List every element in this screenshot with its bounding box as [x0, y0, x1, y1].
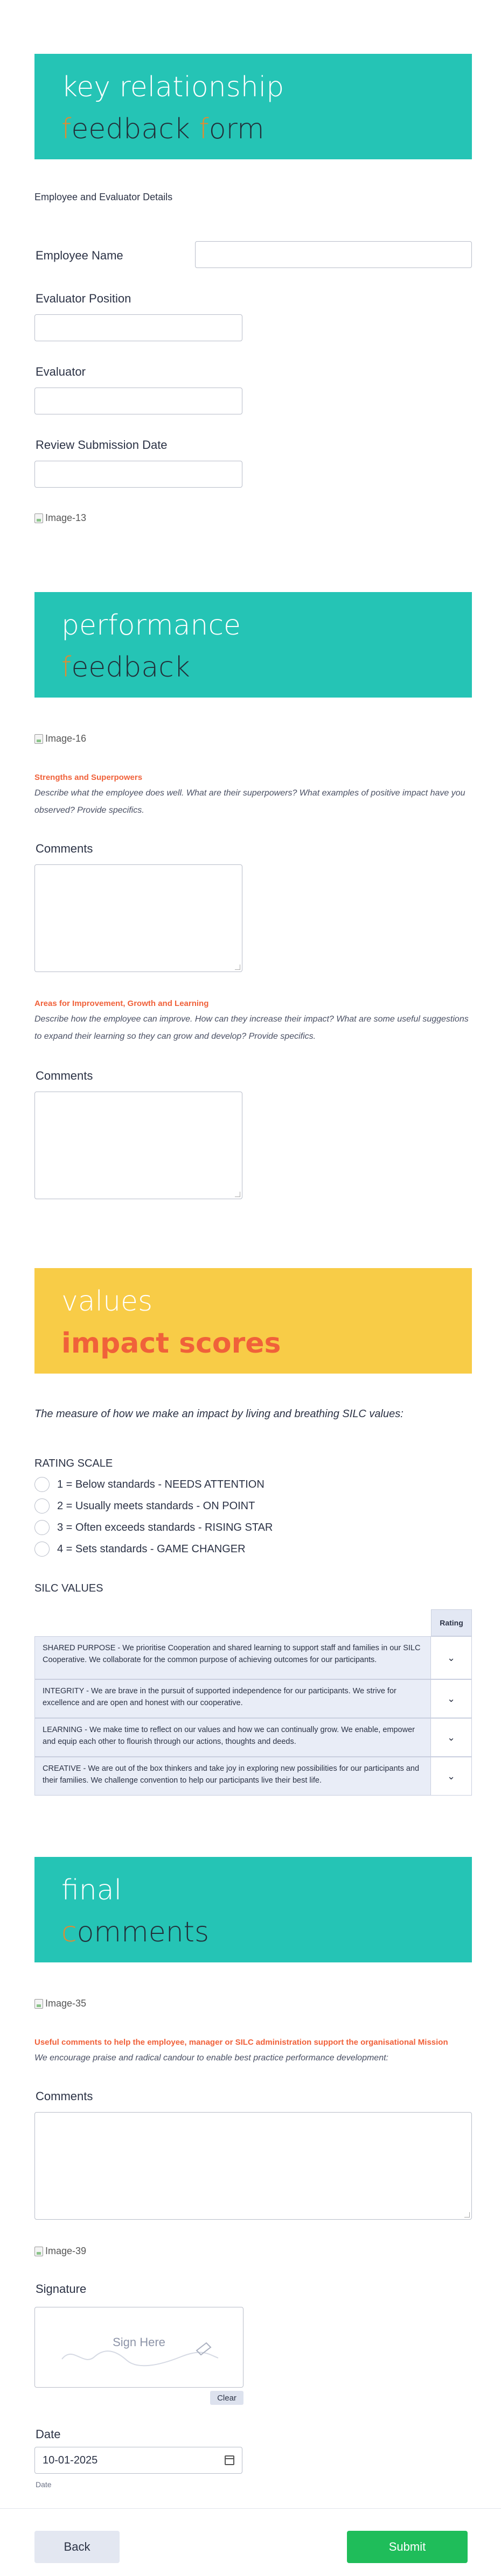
final-line1: final — [61, 1874, 122, 1906]
improvement-desc: Describe how the employee can improve. H… — [34, 1015, 469, 1041]
broken-image-icon — [34, 513, 43, 523]
broken-image-icon — [34, 2246, 43, 2256]
chevron-down-icon: ⌄ — [447, 1652, 456, 1663]
performance-banner: performance feedback — [34, 592, 472, 698]
strengths-comments-textarea[interactable] — [34, 864, 242, 972]
clear-signature-button[interactable]: Clear — [210, 2391, 243, 2405]
image-35-placeholder: Image-35 — [34, 1998, 86, 2009]
chevron-down-icon: ⌄ — [447, 1732, 456, 1743]
rating-select[interactable]: ⌄ — [430, 1637, 471, 1679]
radio-button[interactable] — [34, 1542, 50, 1557]
final-line2: comments — [61, 1916, 210, 1948]
employee-name-input[interactable] — [195, 241, 472, 268]
evaluator-label: Evaluator — [36, 365, 86, 378]
silc-values-label: SILC VALUES — [34, 1582, 103, 1594]
rating-select[interactable]: ⌄ — [430, 1719, 471, 1756]
final-comments-textarea[interactable] — [34, 2112, 472, 2220]
date-value: 10-01-2025 — [43, 2454, 98, 2466]
chevron-down-icon: ⌄ — [447, 1770, 456, 1782]
broken-image-icon — [34, 734, 43, 744]
header-line2: feedback form — [61, 113, 265, 145]
chevron-down-icon: ⌄ — [447, 1693, 456, 1704]
values-intro: The measure of how we make an impact by … — [34, 1408, 403, 1420]
strengths-comments-label: Comments — [36, 842, 93, 855]
radio-button[interactable] — [34, 1477, 50, 1492]
radio-button[interactable] — [34, 1498, 50, 1514]
matrix-row-learning: LEARNING - We make time to reflect on ou… — [34, 1718, 472, 1757]
useful-title: Useful comments to help the employee, ma… — [34, 2038, 448, 2047]
header-line1: key relationship — [61, 71, 284, 103]
rating-option-1[interactable]: 1 = Below standards - NEEDS ATTENTION — [34, 1477, 265, 1492]
strengths-title: Strengths and Superpowers — [34, 773, 143, 782]
submit-button[interactable]: Submit — [347, 2531, 468, 2563]
improvement-comments-label: Comments — [36, 1069, 93, 1082]
performance-line2: feedback — [61, 651, 190, 684]
strengths-desc: Describe what the employee does well. Wh… — [34, 789, 465, 815]
intro-text: Employee and Evaluator Details — [34, 192, 173, 202]
date-input[interactable]: 10-01-2025 — [34, 2447, 242, 2474]
rating-select[interactable]: ⌄ — [430, 1757, 471, 1795]
review-date-label: Review Submission Date — [36, 438, 168, 452]
rating-option-3[interactable]: 3 = Often exceeds standards - RISING STA… — [34, 1520, 273, 1535]
performance-line1: performance — [61, 609, 241, 642]
values-line1: values — [61, 1285, 153, 1318]
footer-divider — [0, 2508, 501, 2509]
broken-image-icon — [34, 1998, 43, 2009]
rating-scale-label: RATING SCALE — [34, 1458, 113, 1469]
signature-label: Signature — [36, 2282, 87, 2296]
image-39-placeholder: Image-39 — [34, 2246, 86, 2257]
radio-button[interactable] — [34, 1520, 50, 1535]
back-button[interactable]: Back — [34, 2531, 120, 2563]
image-13-placeholder: Image-13 — [34, 512, 86, 524]
rating-option-4[interactable]: 4 = Sets standards - GAME CHANGER — [34, 1542, 246, 1557]
header-banner: key relationship feedback form — [34, 54, 472, 159]
evaluator-input[interactable] — [34, 388, 242, 414]
evaluator-position-input[interactable] — [34, 314, 242, 341]
values-line2: impact scores — [61, 1327, 281, 1360]
matrix-row-creative: CREATIVE - We are out of the box thinker… — [34, 1757, 472, 1796]
final-comments-label: Comments — [36, 2089, 93, 2103]
calendar-icon[interactable] — [225, 2455, 234, 2465]
rating-select[interactable]: ⌄ — [430, 1680, 471, 1718]
evaluator-position-label: Evaluator Position — [36, 292, 131, 305]
improvement-title: Areas for Improvement, Growth and Learni… — [34, 999, 209, 1008]
employee-name-label: Employee Name — [36, 249, 123, 262]
values-banner: values impact scores — [34, 1268, 472, 1374]
signature-pad[interactable]: Sign Here — [34, 2307, 243, 2388]
review-date-input[interactable] — [34, 461, 242, 488]
matrix-row-shared-purpose: SHARED PURPOSE - We prioritise Cooperati… — [34, 1636, 472, 1679]
rating-column-header: Rating — [431, 1609, 472, 1636]
final-banner: final comments — [34, 1857, 472, 1962]
useful-desc: We encourage praise and radical candour … — [34, 2053, 388, 2063]
date-label: Date — [36, 2427, 61, 2441]
rating-option-2[interactable]: 2 = Usually meets standards - ON POINT — [34, 1498, 255, 1514]
image-16-placeholder: Image-16 — [34, 733, 86, 744]
signature-scribble-icon — [61, 2342, 219, 2367]
improvement-comments-textarea[interactable] — [34, 1092, 242, 1199]
date-sublabel: Date — [36, 2480, 52, 2489]
matrix-row-integrity: INTEGRITY - We are brave in the pursuit … — [34, 1679, 472, 1718]
